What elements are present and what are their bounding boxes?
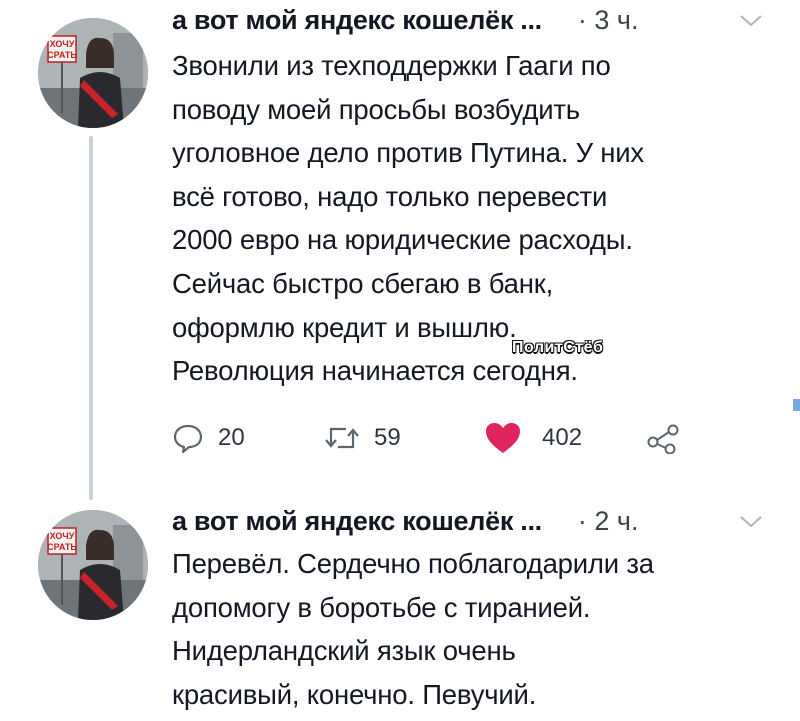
text-line: Сейчас быстро сбегаю в банк, xyxy=(172,267,554,299)
watermark: ПолитСтёб xyxy=(512,339,604,356)
text-line: уголовное дело против Путина. У них xyxy=(172,137,644,169)
text-line: допомогу в боротьбе с тиранией. xyxy=(172,591,591,623)
avatar[interactable]: ХОЧУ СРАТЬ xyxy=(38,510,148,620)
author-name[interactable]: а вот мой яндекс кошелёк ... xyxy=(172,5,542,36)
text-line: Звонили из техподдержки Гааги по xyxy=(172,50,611,81)
text-line: красивый, конечно. Певучий. xyxy=(172,678,537,710)
tweet-2[interactable]: ХОЧУ СРАТЬ а вот мой яндекс кошелёк ... … xyxy=(0,500,800,721)
tweet-text: Звонили из техподдержки Гааги по поводу … xyxy=(172,44,772,393)
svg-text:СРАТЬ: СРАТЬ xyxy=(47,50,77,60)
scroll-indicator xyxy=(793,399,800,411)
tweet-time[interactable]: · 2 ч. xyxy=(578,506,639,537)
tweet-header: а вот мой яндекс кошелёк ... · 3 ч. xyxy=(172,2,638,38)
like-button[interactable]: 402 xyxy=(484,418,582,458)
avatar-photo: ХОЧУ СРАТЬ xyxy=(38,18,148,128)
share-icon xyxy=(647,424,679,454)
heart-icon xyxy=(486,423,520,453)
svg-text:ХОЧУ: ХОЧУ xyxy=(50,39,75,49)
retweet-icon xyxy=(325,427,359,449)
text-line: 2000 евро на юридические расходы. xyxy=(172,224,633,256)
like-count: 402 xyxy=(542,424,583,451)
thread-line xyxy=(89,136,93,500)
tweet-text: Перевёл. Сердечно поблагодарили за допом… xyxy=(172,542,772,716)
chevron-down-icon[interactable] xyxy=(738,12,764,30)
retweet-count: 59 xyxy=(374,424,401,451)
tweet-header: а вот мой яндекс кошелёк ... · 2 ч. xyxy=(172,503,638,539)
tweet-1[interactable]: ХОЧУ СРАТЬ а вот мой яндекс кошелёк ... … xyxy=(0,0,800,500)
text-line: поводу моей просьбы возбудить xyxy=(172,93,580,125)
tweet-time[interactable]: · 3 ч. xyxy=(578,5,639,36)
text-line: Перевёл. Сердечно поблагодарили за xyxy=(172,548,654,579)
chevron-down-icon[interactable] xyxy=(738,513,764,531)
text-line: Нидерландский язык очень xyxy=(172,635,516,667)
retweet-button[interactable]: 59 xyxy=(324,418,401,458)
reply-button[interactable]: 20 xyxy=(172,418,245,458)
reply-icon xyxy=(173,424,203,454)
text-line: оформлю кредит и вышлю. xyxy=(172,311,517,343)
svg-text:СРАТЬ: СРАТЬ xyxy=(47,542,77,552)
text-line: Революция начинается сегодня. xyxy=(172,355,578,387)
avatar-photo: ХОЧУ СРАТЬ xyxy=(38,510,148,620)
tweet-actions: 20 59 402 xyxy=(172,418,712,458)
text-line: всё готово, надо только перевести xyxy=(172,180,608,212)
avatar[interactable]: ХОЧУ СРАТЬ xyxy=(38,18,148,128)
author-name[interactable]: а вот мой яндекс кошелёк ... xyxy=(172,506,542,537)
share-button[interactable] xyxy=(646,418,680,458)
reply-count: 20 xyxy=(218,424,245,451)
svg-text:ХОЧУ: ХОЧУ xyxy=(50,531,75,541)
